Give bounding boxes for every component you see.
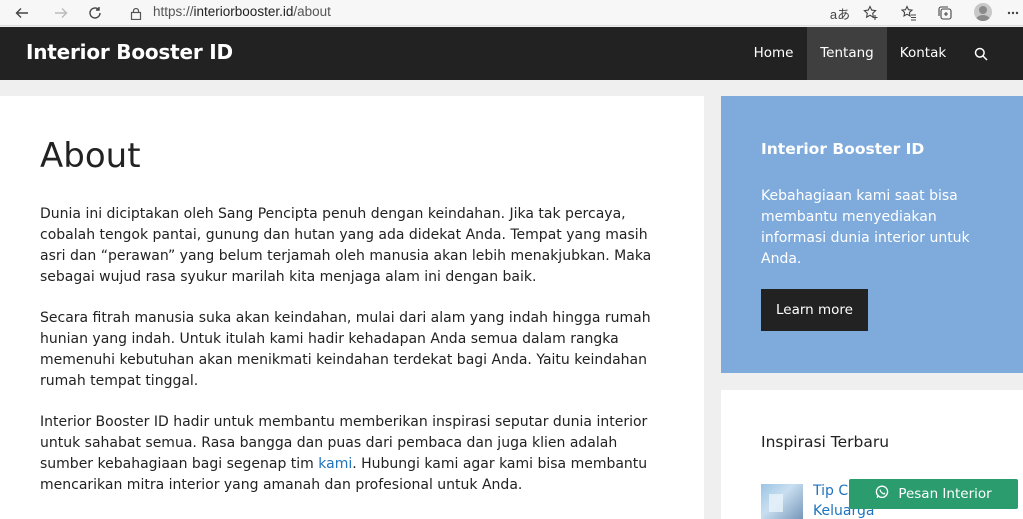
- menu-item-home[interactable]: Home: [745, 27, 802, 80]
- read-aloud-icon[interactable]: aあ: [829, 3, 851, 23]
- promo-text: Kebahagiaan kami saat bisa membantu meny…: [761, 188, 970, 267]
- learn-more-button[interactable]: Learn more: [761, 289, 868, 331]
- site-header: Interior Booster ID Home Tentang Kontak: [0, 27, 1023, 80]
- forward-icon[interactable]: [50, 2, 72, 24]
- whatsapp-order-button[interactable]: Pesan Interior: [849, 479, 1018, 509]
- url-domain: interiorbooster.id: [193, 4, 294, 19]
- menu-item-tentang[interactable]: Tentang: [807, 27, 887, 80]
- paragraph-1: Dunia ini diciptakan oleh Sang Pencipta …: [40, 206, 652, 285]
- profile-avatar[interactable]: [974, 3, 992, 21]
- article-content: About Dunia ini diciptakan oleh Sang Pen…: [0, 96, 704, 519]
- search-icon[interactable]: [963, 27, 999, 80]
- whatsapp-label: Pesan Interior: [898, 486, 992, 502]
- reload-icon[interactable]: [84, 2, 106, 24]
- url-prefix: https://: [153, 4, 194, 19]
- site-title[interactable]: Interior Booster ID: [26, 40, 233, 64]
- whatsapp-icon: [875, 485, 889, 503]
- kami-link[interactable]: kami: [318, 456, 352, 472]
- lock-icon[interactable]: [127, 4, 145, 22]
- recent-post-thumbnail[interactable]: [761, 484, 803, 519]
- collections-icon[interactable]: [934, 3, 956, 23]
- paragraph-3: Interior Booster ID hadir untuk membantu…: [40, 412, 670, 496]
- menu-item-kontak[interactable]: Kontak: [891, 27, 955, 80]
- url-path: /about: [293, 4, 331, 19]
- more-icon[interactable]: [1004, 3, 1022, 23]
- recent-posts-title: Inspirasi Terbaru: [761, 433, 890, 451]
- page-title: About: [40, 136, 141, 176]
- browser-toolbar: https://interiorbooster.id/about aあ: [0, 0, 1023, 26]
- sidebar-promo: Interior Booster ID Kebahagiaan kami saa…: [721, 96, 1023, 373]
- promo-title: Interior Booster ID: [761, 140, 925, 158]
- favorites-icon[interactable]: [898, 3, 920, 23]
- address-bar[interactable]: https://interiorbooster.id/about: [153, 4, 331, 19]
- back-icon[interactable]: [11, 2, 33, 24]
- paragraph-2: Secara fitrah manusia suka akan keindaha…: [40, 310, 651, 389]
- favorite-add-icon[interactable]: [860, 3, 882, 23]
